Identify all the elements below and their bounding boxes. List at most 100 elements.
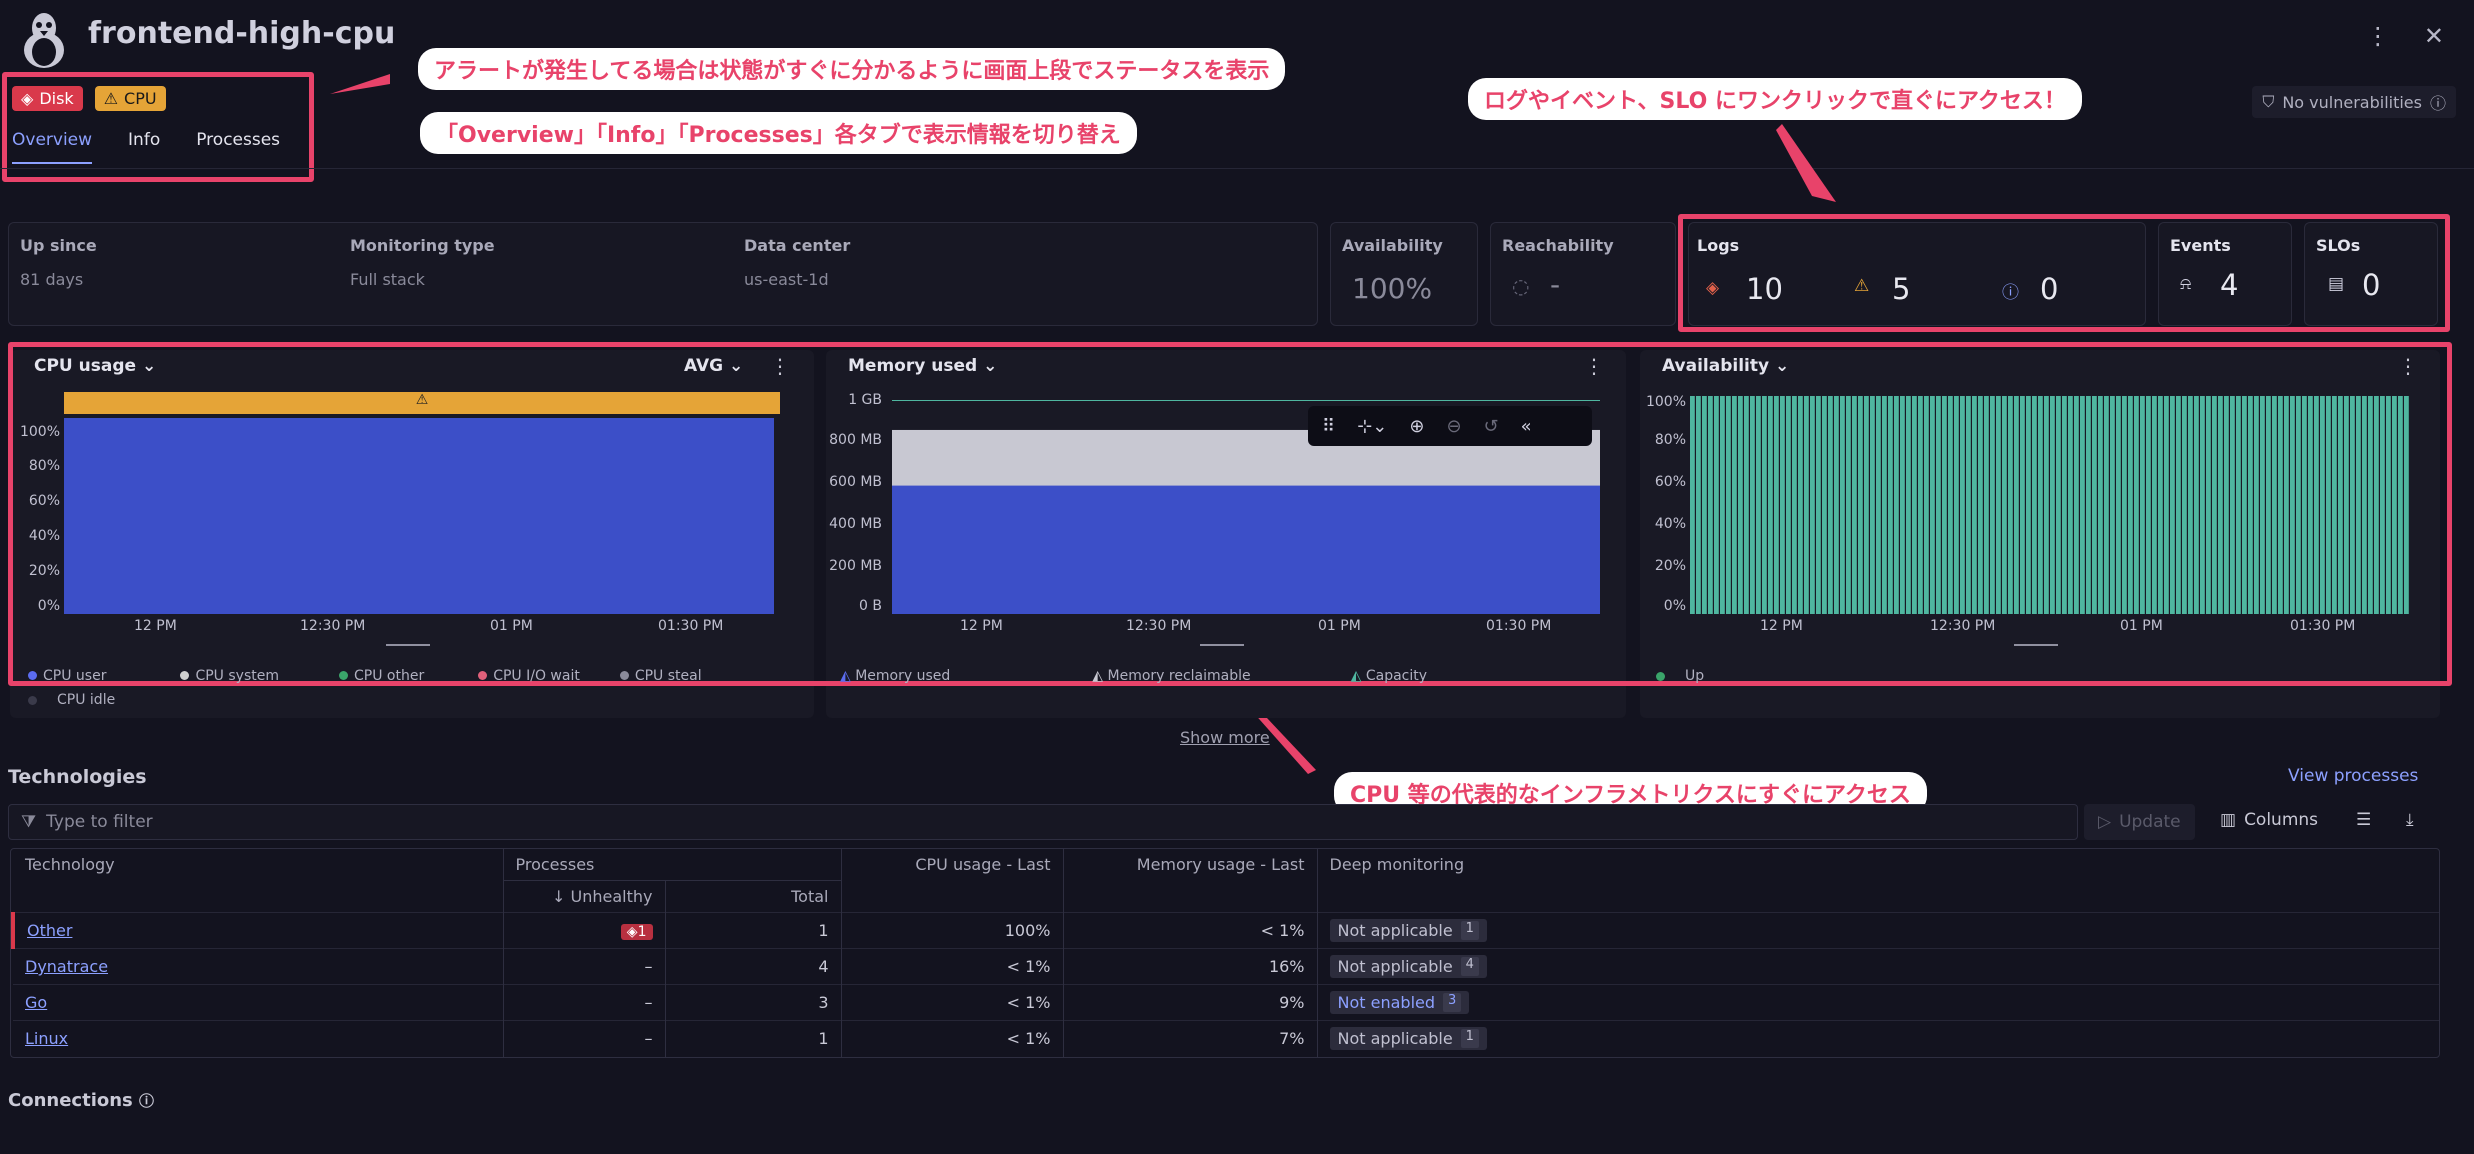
reachability-icon: ◌ <box>1512 274 1530 298</box>
cpu-chart-title[interactable]: CPU usage ⌄ <box>34 356 156 376</box>
logs-info-count[interactable]: 0 <box>2040 272 2058 306</box>
collapse-icon[interactable]: « <box>1521 416 1532 437</box>
logs-warn-count[interactable]: 5 <box>1892 272 1910 306</box>
table-row[interactable]: Linux – 1 < 1% 7% Not applicable 1 <box>13 1020 2439 1057</box>
ytick: 400 MB <box>829 516 882 532</box>
col-total[interactable]: Total <box>664 880 841 913</box>
tech-link[interactable]: Other <box>27 921 72 940</box>
zoom-in-icon[interactable]: ⊕ <box>1409 416 1424 437</box>
tab-overview[interactable]: Overview <box>12 130 93 164</box>
legend-item[interactable]: ◭ Memory reclaimable <box>1092 668 1250 684</box>
download-icon[interactable]: ⤓ <box>2406 810 2414 830</box>
close-icon[interactable]: ✕ <box>2424 22 2444 50</box>
view-processes-link[interactable]: View processes <box>2288 766 2418 786</box>
memory-cell: 16% <box>1062 948 1317 985</box>
availability-bar <box>2278 396 2283 614</box>
availability-bar <box>2158 396 2163 614</box>
xtick: 12:30 PM <box>300 618 366 634</box>
chart-resize-handle[interactable] <box>2014 644 2058 646</box>
aggregation-select[interactable]: AVG ⌄ <box>684 356 743 376</box>
tech-link[interactable]: Go <box>25 993 47 1012</box>
col-technology[interactable]: Technology <box>13 849 503 881</box>
availability-bar <box>1828 396 1833 614</box>
availability-label: Availability <box>1342 236 1443 255</box>
availability-bar <box>1780 396 1785 614</box>
cpu-chart-menu-icon[interactable]: ⋮ <box>770 354 790 378</box>
columns-button[interactable]: ▥ Columns <box>2220 810 2318 830</box>
tech-link[interactable]: Dynatrace <box>25 957 108 976</box>
ytick: 200 MB <box>829 558 882 574</box>
disk-badge[interactable]: ◈ Disk <box>12 86 83 111</box>
unhealthy-badge[interactable]: ◈1 <box>620 924 653 940</box>
memory-chart-title[interactable]: Memory used ⌄ <box>848 356 997 376</box>
drag-handle-icon[interactable]: ⠿ <box>1322 416 1335 437</box>
legend-item[interactable]: CPU steal <box>619 668 702 684</box>
show-more-link[interactable]: Show more <box>1180 728 1270 747</box>
update-button[interactable]: ▷ Update <box>2084 804 2195 840</box>
info-icon[interactable]: ⓘ <box>139 1092 154 1110</box>
availability-bar <box>2224 396 2229 614</box>
cpu-chart-plot[interactable] <box>64 418 780 614</box>
total-cell: 3 <box>664 984 841 1021</box>
availability-bar <box>1708 396 1713 614</box>
availability-bar <box>2122 396 2127 614</box>
cpu-alert-band[interactable]: ⚠ <box>64 392 780 414</box>
legend-item[interactable]: CPU I/O wait <box>478 668 580 684</box>
table-row[interactable]: Dynatrace – 4 < 1% 16% Not applicable 4 <box>13 948 2439 985</box>
legend-item[interactable]: CPU idle <box>28 692 115 708</box>
xtick: 01 PM <box>2120 618 2163 634</box>
monitoring-type-label: Monitoring type <box>350 236 495 255</box>
xtick: 12 PM <box>1760 618 1803 634</box>
memory-chart-menu-icon[interactable]: ⋮ <box>1584 354 1604 378</box>
cpu-badge[interactable]: ⚠ CPU <box>94 86 166 111</box>
legend-item[interactable]: CPU system <box>180 668 279 684</box>
legend-item[interactable]: CPU user <box>28 668 106 684</box>
reset-icon[interactable]: ↺ <box>1484 416 1499 437</box>
tab-info[interactable]: Info <box>128 130 160 164</box>
density-icon[interactable]: ☰ <box>2356 810 2371 830</box>
table-row[interactable]: Go – 3 < 1% 9% Not enabled 3 <box>13 984 2439 1021</box>
availability-bar <box>1966 396 1971 614</box>
legend-item[interactable]: CPU other <box>338 668 425 684</box>
vulnerabilities-badge[interactable]: ⛉ No vulnerabilities ⓘ <box>2252 86 2456 118</box>
logs-error-count[interactable]: 10 <box>1746 272 1783 306</box>
table-row[interactable]: Other ◈1 1 100% < 1% Not applicable 1 <box>11 912 2439 949</box>
info-icon[interactable]: ⓘ <box>2430 90 2446 114</box>
col-unhealthy[interactable]: ↓ Unhealthy <box>502 880 665 913</box>
col-memory[interactable]: Memory usage - Last <box>1062 849 1317 881</box>
legend-label: CPU idle <box>57 692 116 708</box>
filter-field[interactable]: ⧩ Type to filter <box>8 804 2078 840</box>
zoom-out-icon[interactable]: ⊖ <box>1446 416 1461 437</box>
col-cpu[interactable]: CPU usage - Last <box>840 849 1063 881</box>
callout-logs: ログやイベント、SLO にワンクリックで直ぐにアクセス！ <box>1468 78 2082 120</box>
more-options-icon[interactable]: ⋮ <box>2366 22 2390 50</box>
legend-item[interactable]: Up <box>1656 668 1704 684</box>
availability-bar <box>2188 396 2193 614</box>
availability-bar <box>2146 396 2151 614</box>
availability-bar <box>2236 396 2241 614</box>
data-center-value: us-east-1d <box>744 270 829 289</box>
legend-item[interactable]: ◭ Capacity <box>1351 668 1427 684</box>
unhealthy-count: 1 <box>637 924 647 940</box>
availability-chart-menu-icon[interactable]: ⋮ <box>2398 354 2418 378</box>
xtick: 01:30 PM <box>2290 618 2356 634</box>
data-center-label: Data center <box>744 236 851 255</box>
disk-badge-label: Disk <box>39 89 74 108</box>
availability-bar <box>1822 396 1827 614</box>
tab-processes[interactable]: Processes <box>196 130 280 164</box>
availability-bar <box>1690 396 1695 614</box>
chart-resize-handle[interactable] <box>1200 644 1244 646</box>
availability-chart-plot[interactable] <box>1690 396 2414 614</box>
availability-bar <box>1846 396 1851 614</box>
tech-link[interactable]: Linux <box>25 1029 68 1048</box>
col-deep-monitoring[interactable]: Deep monitoring <box>1316 849 2439 881</box>
col-unhealthy-label: Unhealthy <box>570 887 653 906</box>
availability-bar <box>2314 396 2319 614</box>
chart-resize-handle[interactable] <box>386 644 430 646</box>
select-mode-icon[interactable]: ⊹⌄ <box>1357 416 1387 437</box>
availability-chart-title[interactable]: Availability ⌄ <box>1662 356 1789 376</box>
deep-monitoring-pill[interactable]: Not enabled 3 <box>1329 991 1470 1014</box>
legend-item[interactable]: ◭ Memory used <box>840 668 950 684</box>
legend-label: CPU other <box>353 668 425 684</box>
availability-bar <box>2110 396 2115 614</box>
